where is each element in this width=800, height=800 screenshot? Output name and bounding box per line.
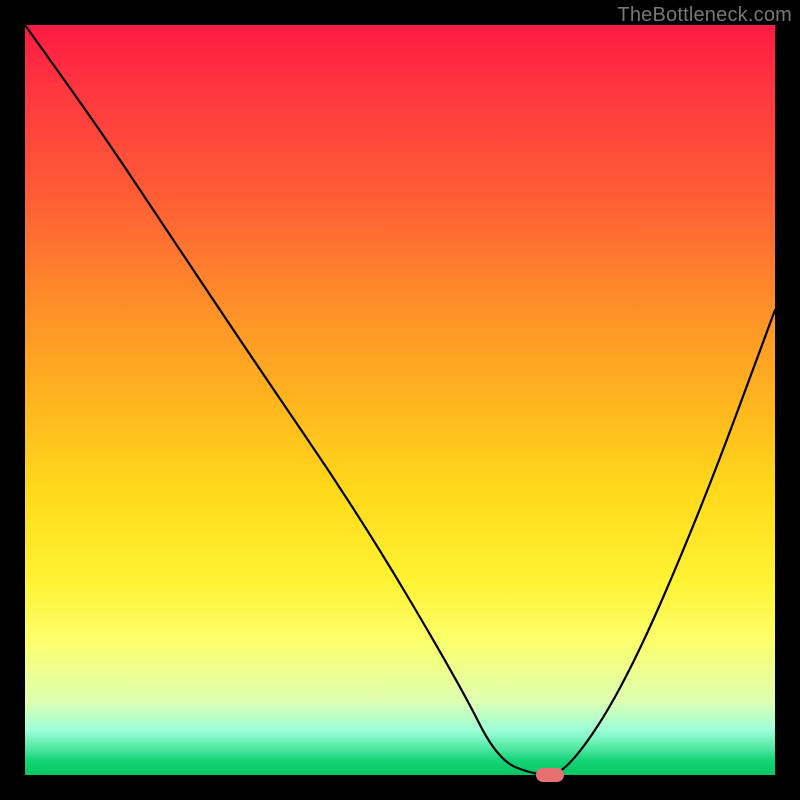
chart-frame: TheBottleneck.com [0,0,800,800]
plot-area [25,25,775,775]
optimal-point-marker [536,768,564,782]
watermark-text: TheBottleneck.com [617,4,792,27]
bottleneck-curve [25,25,775,775]
